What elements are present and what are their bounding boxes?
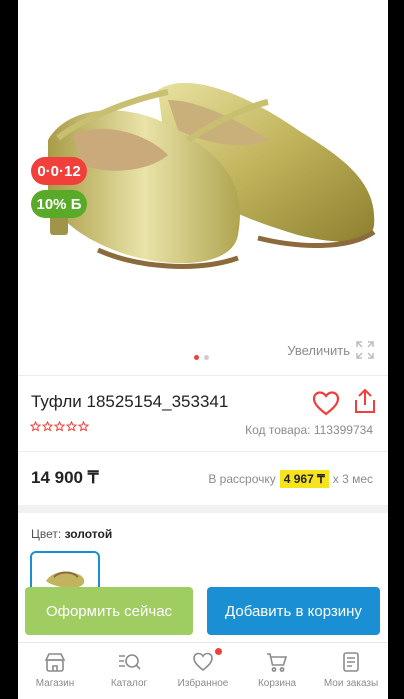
add-to-cart-button[interactable]: Добавить в корзину: [207, 587, 380, 635]
order-now-button[interactable]: Оформить сейчас: [25, 587, 193, 635]
installment-info[interactable]: В рассрочку 4 967 ₸ x 3 мес: [208, 470, 373, 488]
zoom-button[interactable]: Увеличить: [287, 341, 374, 359]
tab-label: Избранное: [177, 678, 229, 689]
star-icon: [66, 421, 77, 432]
notification-dot: [215, 648, 222, 655]
product-title: Туфли 18525154_353341: [31, 392, 229, 411]
star-icon: [54, 421, 65, 432]
cart-icon: [267, 653, 288, 672]
carousel-dot-active: [194, 355, 199, 360]
tab-cart[interactable]: Корзина: [240, 643, 314, 699]
tab-label: Корзина: [257, 678, 297, 689]
section-separator: [18, 505, 388, 513]
installment-amount: 4 967 ₸: [279, 470, 329, 488]
bonus-badge: 10% Б: [31, 190, 87, 218]
color-label: Цвет: золотой: [31, 527, 112, 541]
tab-store[interactable]: Магазин: [18, 643, 92, 699]
expand-icon: [356, 341, 374, 359]
divider: [18, 375, 388, 376]
heart-icon: [193, 652, 213, 672]
carousel-indicator: [194, 355, 209, 360]
catalog-search-icon: [119, 654, 141, 670]
product-screen: 0·0·12 10% Б Увеличить Туфли 18525154_35…: [18, 0, 388, 699]
installment-suffix: x 3 мес: [332, 472, 373, 486]
store-icon: [44, 653, 66, 672]
carousel-dot: [204, 355, 209, 360]
product-image-carousel[interactable]: 0·0·12 10% Б Увеличить: [18, 0, 388, 375]
tab-label: Мои заказы: [323, 678, 379, 689]
tab-label: Каталог: [110, 678, 148, 689]
product-code: Код товара: 113399734: [245, 423, 373, 437]
installment-badge: 0·0·12: [31, 157, 87, 185]
star-icon: [42, 421, 53, 432]
installment-prefix: В рассрочку: [208, 472, 276, 486]
bottom-tab-bar: Магазин Каталог Избранное Корзина Мои за…: [18, 642, 388, 699]
color-value: золотой: [64, 527, 113, 541]
star-icon: [30, 421, 41, 432]
color-label-prefix: Цвет:: [31, 527, 62, 541]
divider: [18, 451, 388, 452]
tab-my-orders[interactable]: Мои заказы: [314, 643, 388, 699]
orders-icon: [343, 652, 359, 672]
rating-stars: [30, 421, 89, 432]
tab-catalog[interactable]: Каталог: [92, 643, 166, 699]
product-price: 14 900 ₸: [31, 468, 99, 487]
star-icon: [78, 421, 89, 432]
share-icon[interactable]: [354, 388, 376, 414]
tab-favorites[interactable]: Избранное: [166, 643, 240, 699]
zoom-label: Увеличить: [287, 342, 350, 358]
favorite-heart-icon[interactable]: [312, 390, 340, 416]
tab-label: Магазин: [35, 678, 75, 689]
